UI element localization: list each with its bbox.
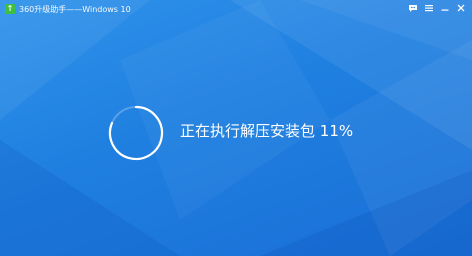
window-title: 360升级助手——Windows 10 <box>19 4 131 14</box>
feedback-icon[interactable] <box>406 1 420 15</box>
window-controls <box>406 1 468 15</box>
progress-label: 正在执行解压安装包 <box>180 122 316 140</box>
close-icon[interactable] <box>454 1 468 15</box>
upgrade-icon: ↑ <box>5 4 15 14</box>
title-bar[interactable]: ↑ 360升级助手——Windows 10 <box>0 0 472 18</box>
minimize-icon[interactable] <box>438 1 452 15</box>
loading-spinner-icon <box>108 105 164 161</box>
progress-percent: 11% <box>319 122 354 140</box>
upgrade-window: ↑ 360升级助手——Windows 10 正在执行解压安装包 11% <box>0 0 472 256</box>
menu-icon[interactable] <box>422 1 436 15</box>
progress-status: 正在执行解压安装包 11% <box>180 121 353 141</box>
